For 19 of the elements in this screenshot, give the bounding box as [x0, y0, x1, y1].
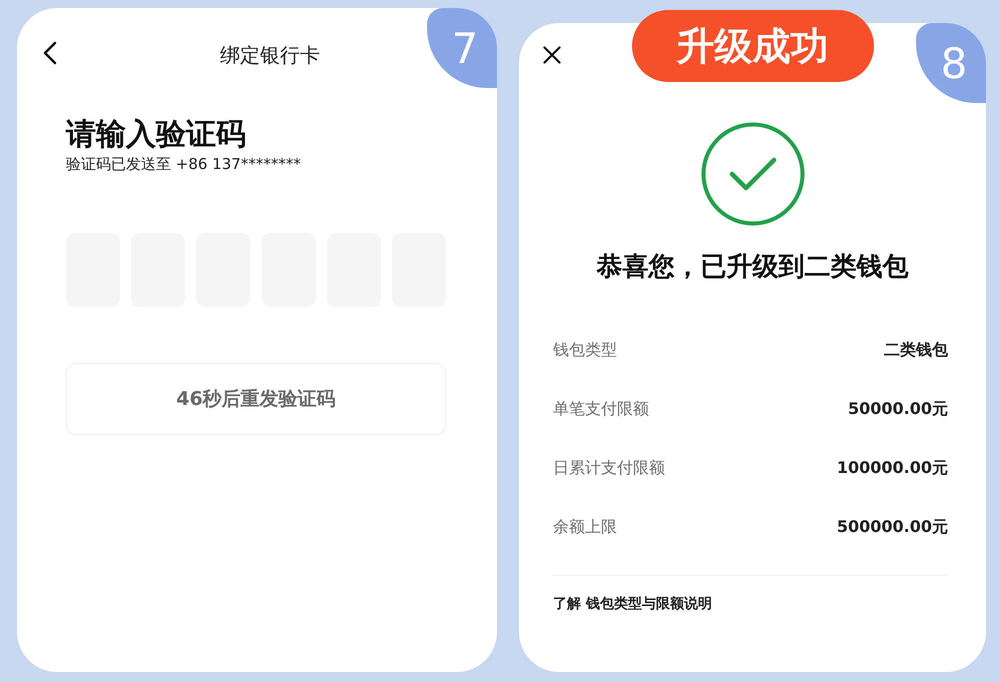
page-title: 绑定银行卡: [220, 42, 320, 68]
check-circle-icon: [700, 122, 804, 226]
detail-label: 单笔支付限额: [553, 399, 649, 420]
close-icon[interactable]: [543, 46, 561, 64]
step-number-badge: 7: [427, 8, 497, 88]
detail-label: 余额上限: [553, 517, 617, 538]
detail-value: 100000.00元: [836, 458, 948, 479]
back-icon[interactable]: [43, 41, 57, 65]
detail-label: 钱包类型: [553, 340, 617, 361]
detail-value: 50000.00元: [848, 399, 948, 420]
page-heading: 请输入验证码: [66, 116, 246, 154]
upgrade-success-banner: 升级成功: [632, 10, 874, 82]
limits-info-link[interactable]: 了解 钱包类型与限额说明: [553, 596, 712, 612]
detail-value: 二类钱包: [884, 340, 948, 361]
step-number-badge: 8: [916, 23, 986, 103]
detail-label: 日累计支付限额: [553, 458, 665, 479]
detail-value: 500000.00元: [836, 517, 948, 538]
sent-to-text: 验证码已发送至 +86 137********: [66, 154, 301, 174]
success-message: 恭喜您，已升级到二类钱包: [596, 251, 908, 284]
